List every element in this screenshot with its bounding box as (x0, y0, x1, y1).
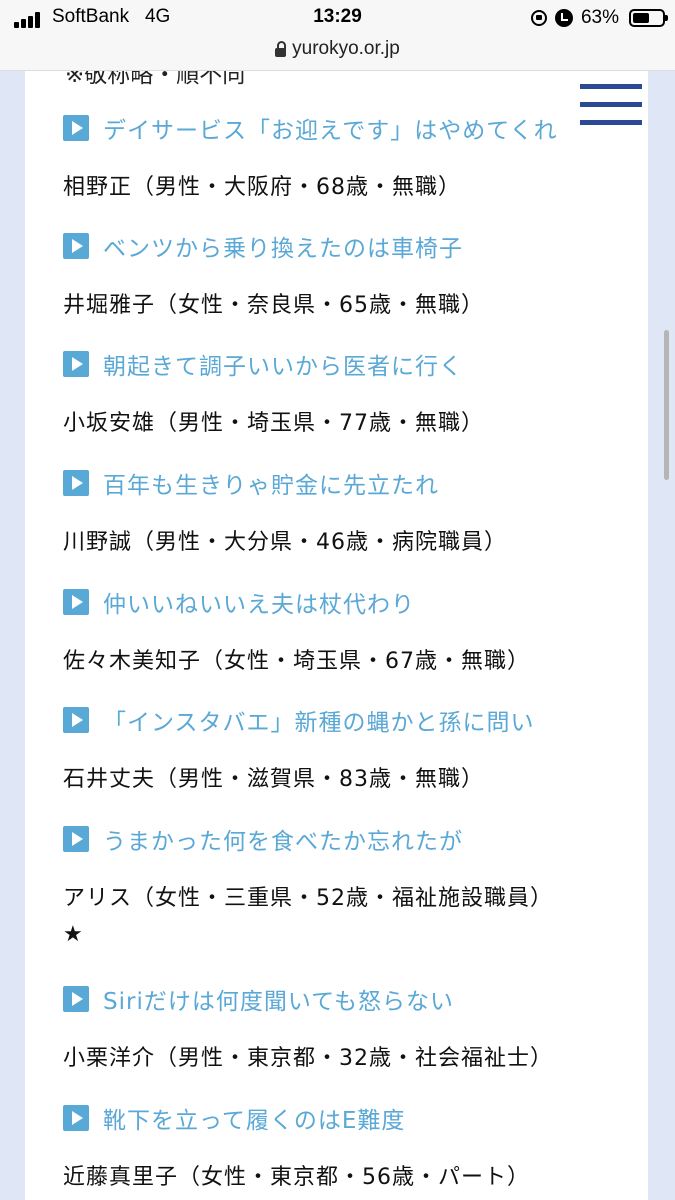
battery-icon (629, 9, 668, 27)
senryu-link[interactable]: ベンツから乗り換えたのは車椅子 (103, 229, 463, 263)
author-text: アリス（女性・三重県・52歳・福祉施設職員） (63, 886, 553, 911)
author-text: 小坂安雄（男性・埼玉県・77歳・無職） (63, 411, 484, 436)
author-text: 近藤真里子（女性・東京都・56歳・パート） (63, 1165, 530, 1190)
senryu-link[interactable]: 朝起きて調子いいから医者に行く (103, 347, 463, 381)
page-frame-right (648, 71, 675, 1200)
play-icon (63, 233, 89, 259)
scrollbar[interactable] (664, 330, 669, 480)
list-item: 仲いいねいいえ夫は杖代わり 佐々木美知子（女性・埼玉県・67歳・無職） (63, 585, 530, 675)
list-item: 百年も生きりゃ貯金に先立たれ 川野誠（男性・大分県・46歳・病院職員） (63, 466, 507, 556)
play-icon (63, 986, 89, 1012)
list-item: 朝起きて調子いいから医者に行く 小坂安雄（男性・埼玉県・77歳・無職） (63, 347, 484, 437)
senryu-link[interactable]: うまかった何を食べたか忘れたが (103, 822, 463, 856)
play-icon (63, 589, 89, 615)
author-text: 井堀雅子（女性・奈良県・65歳・無職） (63, 293, 484, 318)
author-text: 石井丈夫（男性・滋賀県・83歳・無職） (63, 767, 484, 792)
list-item: 「インスタバエ」新種の蝿かと孫に問い 石井丈夫（男性・滋賀県・83歳・無職） (63, 703, 535, 793)
status-bar: SoftBank 4G 13:29 63% (0, 0, 675, 36)
list-item: デイサービス「お迎えです」はやめてくれ 相野正（男性・大阪府・68歳・無職） (63, 111, 558, 201)
senryu-link[interactable]: デイサービス「お迎えです」はやめてくれ (103, 111, 558, 145)
page-content: ※敬称略・順不同 デイサービス「お迎えです」はやめてくれ 相野正（男性・大阪府・… (25, 71, 648, 1200)
address-bar[interactable]: yurokyo.or.jp (0, 36, 675, 71)
author-text: 相野正（男性・大阪府・68歳・無職） (63, 175, 461, 200)
senryu-link[interactable]: 「インスタバエ」新種の蝿かと孫に問い (103, 703, 535, 737)
play-icon (63, 470, 89, 496)
lock-icon (275, 40, 287, 57)
play-icon (63, 115, 89, 141)
url-text[interactable]: yurokyo.or.jp (292, 38, 400, 60)
author-text: 川野誠（男性・大分県・46歳・病院職員） (63, 530, 507, 555)
play-icon (63, 351, 89, 377)
author-text: 佐々木美知子（女性・埼玉県・67歳・無職） (63, 649, 530, 674)
author-text: 小栗洋介（男性・東京都・32歳・社会福祉士） (63, 1046, 553, 1071)
status-icons: 63% (530, 6, 668, 30)
list-item: うまかった何を食べたか忘れたが アリス（女性・三重県・52歳・福祉施設職員） ★ (63, 822, 553, 947)
battery-percent: 63% (580, 7, 619, 28)
senryu-link[interactable]: 靴下を立って履くのはE難度 (103, 1101, 405, 1135)
menu-icon[interactable] (580, 84, 642, 130)
play-icon (63, 707, 89, 733)
list-item: ベンツから乗り換えたのは車椅子 井堀雅子（女性・奈良県・65歳・無職） (63, 229, 484, 319)
senryu-link[interactable]: 仲いいねいいえ夫は杖代わり (103, 585, 415, 619)
play-icon (63, 826, 89, 852)
orientation-lock-icon (530, 10, 547, 26)
senryu-link[interactable]: Siriだけは何度聞いても怒らない (103, 982, 454, 1016)
note-text: ※敬称略・順不同 (65, 71, 246, 88)
play-icon (63, 1105, 89, 1131)
list-item: 靴下を立って履くのはE難度 近藤真里子（女性・東京都・56歳・パート） (63, 1101, 530, 1191)
list-item: Siriだけは何度聞いても怒らない 小栗洋介（男性・東京都・32歳・社会福祉士） (63, 982, 553, 1072)
star-mark: ★ (63, 922, 83, 947)
page-frame-left (0, 71, 25, 1200)
alarm-icon (554, 9, 573, 27)
senryu-link[interactable]: 百年も生きりゃ貯金に先立たれ (103, 466, 439, 500)
